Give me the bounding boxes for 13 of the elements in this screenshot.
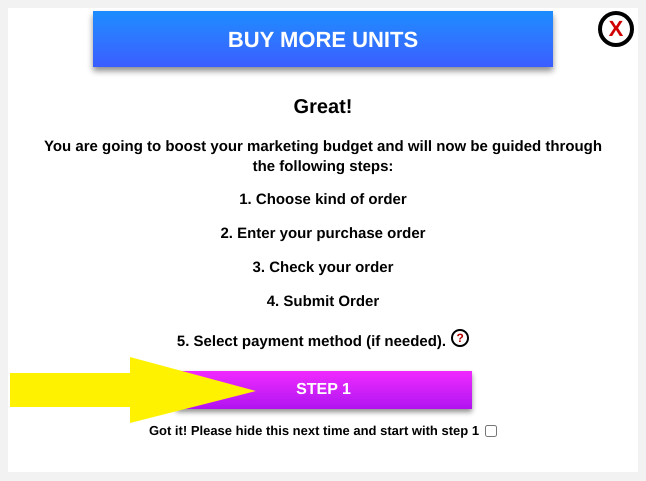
hide-checkbox[interactable] (485, 424, 498, 437)
step-text: 2. Enter your purchase order (220, 224, 426, 244)
title-banner: BUY MORE UNITS (93, 11, 553, 67)
heading: Great! (294, 95, 352, 120)
step-text: 1. Choose kind of order (239, 190, 407, 210)
hide-option-label: Got it! Please hide this next time and start with step 1 (148, 422, 480, 440)
close-button[interactable]: X (598, 11, 634, 47)
step-text: 5. Select payment method (if needed). (176, 332, 446, 352)
step-text: 4. Submit Order (266, 292, 380, 312)
arrow-icon (10, 357, 256, 423)
step-text: 3. Check your order (252, 258, 394, 278)
help-icon[interactable]: ? (451, 329, 470, 347)
intro-text: You are going to boost your marketing budget and will now be guided through the following steps: (43, 137, 603, 177)
